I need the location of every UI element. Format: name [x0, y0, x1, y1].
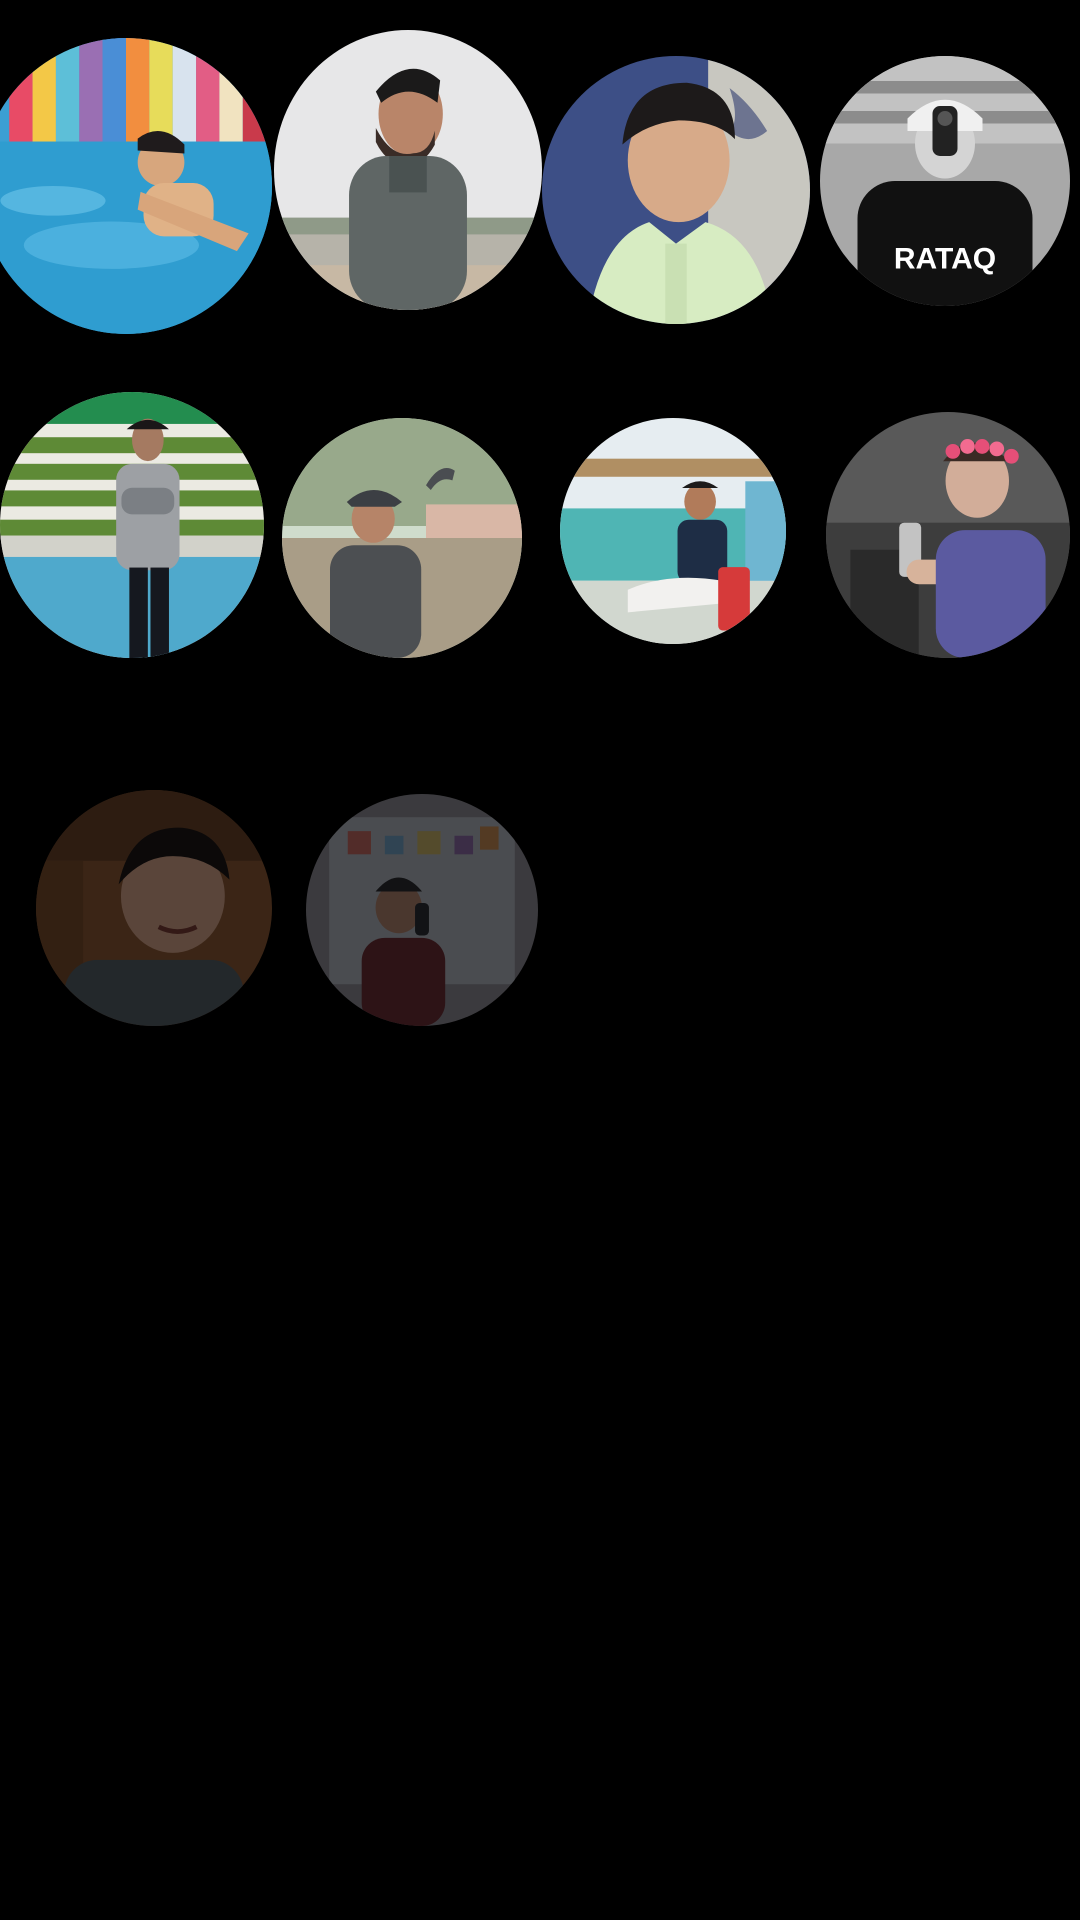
boy-green-shirt-image: [542, 56, 810, 324]
pool-photo-image: [0, 38, 272, 334]
avatar-photo-9[interactable]: [36, 790, 272, 1026]
svg-text:RATAQ: RATAQ: [894, 243, 996, 276]
dark-room-selfie-image: [306, 794, 538, 1026]
avatar-photo-8[interactable]: [826, 412, 1070, 658]
avatar-photo-3[interactable]: [542, 56, 810, 324]
flower-crown-selfie-image: [826, 412, 1070, 658]
sitting-chair-image: [560, 418, 786, 644]
jersey-pool-image: [0, 392, 264, 658]
smiling-boy-image: [36, 790, 272, 1026]
avatar-photo-5[interactable]: [0, 392, 264, 658]
cap-boy-image: [282, 418, 522, 658]
avatar-photo-2[interactable]: [274, 30, 542, 310]
avatar-photo-6[interactable]: [282, 418, 522, 658]
avatar-photo-1[interactable]: [0, 38, 272, 334]
avatar-photo-10[interactable]: [306, 794, 538, 1026]
avatar-photo-7[interactable]: [560, 418, 786, 644]
man-gray-shirt-image: [274, 30, 542, 310]
avatar-photo-4[interactable]: RATAQ: [820, 56, 1070, 306]
avatar-gallery-screen: RATAQ: [0, 0, 1080, 1920]
mirror-selfie-bw-image: RATAQ: [820, 56, 1070, 306]
